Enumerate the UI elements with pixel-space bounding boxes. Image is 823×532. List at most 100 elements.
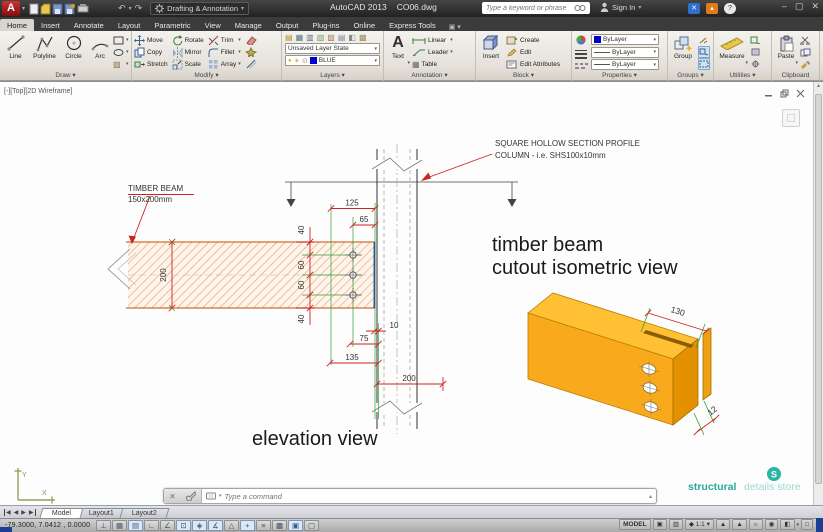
circle-button[interactable]: Circle: [60, 33, 87, 71]
text-button[interactable]: A Text ▾: [386, 33, 410, 71]
ribbon-state-icon[interactable]: ▣ ▾: [449, 23, 461, 31]
viewcube[interactable]: [779, 106, 805, 132]
linetype-dropdown[interactable]: ByLayer▾: [591, 59, 659, 70]
drawing-svg[interactable]: 125 65 40 60 60 40 200 10 75 135 200 TIM…: [0, 82, 813, 506]
layer-freeze-icon[interactable]: ▧: [317, 33, 325, 42]
undo-chevron-icon[interactable]: ▾: [129, 5, 132, 12]
quick-select-button[interactable]: [750, 34, 761, 46]
copy-button[interactable]: Copy: [134, 46, 168, 58]
prev-tab-icon[interactable]: ◀: [14, 509, 19, 516]
annotation-scale-button[interactable]: ◆ 1:1 ▾: [685, 519, 714, 530]
dynamic-input-toggle[interactable]: +: [240, 520, 255, 531]
annotation-autoscale-button[interactable]: ▲: [732, 519, 746, 530]
layers-panel-title[interactable]: Layers ▾: [282, 71, 383, 81]
group-edit-button[interactable]: [698, 46, 710, 58]
object-snap-tracking-toggle[interactable]: ∡: [208, 520, 223, 531]
match-properties-button[interactable]: [800, 58, 811, 70]
lineweight-toggle[interactable]: ≡: [256, 520, 271, 531]
selection-cycling-toggle[interactable]: ▢: [304, 520, 319, 531]
command-close-icon[interactable]: ✕: [169, 492, 176, 501]
wrench-icon[interactable]: [186, 491, 196, 501]
scrollbar-thumb[interactable]: [815, 94, 822, 484]
layer-walk-icon[interactable]: ▩: [359, 33, 367, 42]
layer-properties-icon[interactable]: ▤: [285, 33, 293, 42]
create-block-button[interactable]: Create: [506, 34, 560, 46]
snap-toggle[interactable]: ▦: [112, 520, 127, 531]
logo-chevron-icon[interactable]: ▾: [22, 5, 25, 12]
close-button[interactable]: ✕: [811, 1, 819, 12]
layer-prev-icon[interactable]: ◧: [348, 33, 356, 42]
exchange-apps-icon[interactable]: ✕: [688, 3, 700, 14]
tab-view[interactable]: View: [198, 19, 228, 31]
rotate-button[interactable]: Rotate: [172, 34, 204, 46]
viewport-minimize-icon[interactable]: [764, 89, 773, 98]
tab-layout1[interactable]: Layout1: [76, 508, 126, 518]
model-space-button[interactable]: MODEL: [619, 519, 650, 530]
binoculars-search-icon[interactable]: [574, 3, 586, 13]
group-selection-toggle[interactable]: [698, 58, 710, 70]
viewport-label[interactable]: [-][Top][2D Wireframe]: [4, 88, 72, 95]
command-input[interactable]: [225, 492, 646, 501]
grid-toggle[interactable]: ▤: [128, 520, 143, 531]
quick-view-drawings-button[interactable]: ▥: [669, 519, 683, 530]
status-menu-chevron-icon[interactable]: ▾: [797, 522, 800, 528]
infer-constraints-toggle[interactable]: ⊥: [96, 520, 111, 531]
draw-panel-title[interactable]: Draw ▾: [0, 71, 131, 81]
array-button[interactable]: Array▾: [208, 58, 241, 70]
clean-screen-button[interactable]: □: [801, 519, 813, 530]
first-tab-icon[interactable]: ◀: [4, 509, 11, 516]
redo-icon[interactable]: ↷: [135, 3, 143, 14]
object-color-icon[interactable]: [574, 34, 588, 46]
scroll-up-icon[interactable]: ▴: [817, 83, 820, 89]
polar-tracking-toggle[interactable]: ∠: [160, 520, 175, 531]
quick-view-layouts-button[interactable]: ▣: [653, 519, 667, 530]
tab-manage[interactable]: Manage: [228, 19, 269, 31]
offset-button[interactable]: [245, 58, 257, 70]
trim-button[interactable]: Trim▾: [208, 34, 241, 46]
3d-object-snap-toggle[interactable]: ◈: [192, 520, 207, 531]
fillet-button[interactable]: Fillet▾: [208, 46, 241, 58]
table-button[interactable]: ▦Table: [412, 58, 453, 70]
undo-icon[interactable]: ↶: [118, 3, 126, 14]
erase-button[interactable]: [245, 34, 257, 46]
quick-properties-toggle[interactable]: ▣: [288, 520, 303, 531]
dynamic-ucs-toggle[interactable]: △: [224, 520, 239, 531]
linetype-icon[interactable]: [574, 62, 588, 70]
polyline-button[interactable]: Polyline: [31, 33, 58, 71]
drawing-canvas[interactable]: [-][Top][2D Wireframe]: [0, 81, 823, 505]
search-input[interactable]: [482, 5, 574, 12]
workspace-selector[interactable]: Drafting & Annotation ▾: [150, 2, 249, 15]
last-tab-icon[interactable]: ▶: [29, 509, 36, 516]
workspace-switching-button[interactable]: ☼: [749, 519, 763, 530]
scale-button[interactable]: Scale: [172, 58, 204, 70]
autocad-logo-button[interactable]: A: [2, 1, 20, 16]
block-panel-title[interactable]: Block ▾: [476, 71, 571, 81]
hardware-acceleration-button[interactable]: ◧: [780, 519, 794, 530]
rectangle-button[interactable]: ▾: [113, 34, 129, 46]
coordinates-readout[interactable]: -79.3000, 7.0412 , 0.0000: [0, 522, 96, 529]
ellipse-button[interactable]: ▾: [113, 46, 129, 58]
edit-block-button[interactable]: Edit: [506, 46, 560, 58]
tab-layout[interactable]: Layout: [111, 19, 148, 31]
annotation-visibility-button[interactable]: ▲: [716, 519, 730, 530]
sign-in[interactable]: Sign In ▾: [600, 2, 641, 12]
command-chevron-icon[interactable]: ▾: [219, 493, 222, 499]
lineweight-icon[interactable]: [574, 49, 588, 59]
properties-panel-title[interactable]: Properties ▾: [572, 71, 667, 81]
object-snap-toggle[interactable]: ⊡: [176, 520, 191, 531]
current-layer-dropdown[interactable]: ● ☀ ⊙ BLUE ▾: [285, 55, 380, 66]
measure-button[interactable]: Measure ▾: [716, 33, 748, 71]
qat-icons[interactable]: [29, 3, 115, 15]
command-input-area[interactable]: ▾ ▴: [202, 489, 656, 503]
toolbar-lock-button[interactable]: ◉: [765, 519, 779, 530]
modify-panel-title[interactable]: Modify ▾: [132, 71, 281, 81]
tab-layout2[interactable]: Layout2: [119, 508, 169, 518]
mirror-button[interactable]: Mirror: [172, 46, 204, 58]
stretch-button[interactable]: Stretch: [134, 58, 168, 70]
hatch-button[interactable]: ▨▾: [113, 58, 129, 70]
arc-button[interactable]: Arc: [89, 33, 111, 71]
next-tab-icon[interactable]: ▶: [21, 509, 26, 516]
copy-clip-button[interactable]: [800, 46, 811, 58]
quick-calc-button[interactable]: [750, 46, 761, 58]
maximize-button[interactable]: ▢: [795, 1, 804, 12]
